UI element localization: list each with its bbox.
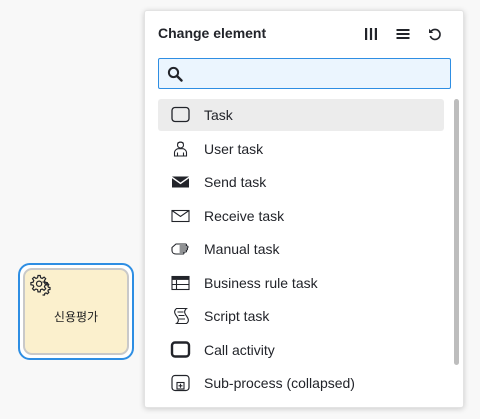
entry-receive-task[interactable]: Receive task xyxy=(158,200,444,232)
entry-user-task[interactable]: User task xyxy=(158,133,444,165)
entry-send-task[interactable]: Send task xyxy=(158,166,444,198)
selected-service-task[interactable]: 신용평가 xyxy=(18,263,134,360)
entry-label: Script task xyxy=(204,308,270,324)
entry-sub-process-collapsed[interactable]: Sub-process (collapsed) xyxy=(158,367,444,399)
search-icon xyxy=(167,66,183,82)
popup-header: Change element xyxy=(145,11,463,55)
columns-view-icon[interactable] xyxy=(363,26,381,42)
entry-label: Send task xyxy=(204,174,267,190)
entry-call-activity[interactable]: Call activity xyxy=(158,334,444,366)
manual-task-icon xyxy=(170,239,192,259)
entry-script-task[interactable]: Script task xyxy=(158,300,444,332)
list-view-icon[interactable] xyxy=(395,26,413,42)
entry-list-scrollbar[interactable] xyxy=(453,99,461,403)
entry-task[interactable]: Task xyxy=(158,99,444,131)
search-field[interactable] xyxy=(158,58,451,89)
send-task-icon xyxy=(170,172,192,192)
gear-icon xyxy=(29,274,51,296)
receive-task-icon xyxy=(170,206,192,226)
scrollbar-thumb[interactable] xyxy=(454,99,459,365)
search-input[interactable] xyxy=(189,62,445,85)
entry-label: Manual task xyxy=(204,241,280,257)
business-rule-task-icon xyxy=(170,273,192,293)
change-element-popup: Change element Task User task Send task … xyxy=(144,10,464,408)
entry-label: Task xyxy=(204,107,233,123)
user-task-icon xyxy=(170,139,192,159)
entry-label: Business rule task xyxy=(204,274,318,291)
entry-business-rule-task[interactable]: Business rule task xyxy=(158,267,444,299)
undo-icon[interactable] xyxy=(427,26,445,42)
task-body[interactable]: 신용평가 xyxy=(23,268,129,355)
entry-label: Call activity xyxy=(204,341,275,358)
task-icon xyxy=(170,105,192,125)
entry-label: Receive task xyxy=(204,207,285,224)
entry-manual-task[interactable]: Manual task xyxy=(158,233,444,265)
entry-label: Sub-process (collapsed) xyxy=(204,375,355,391)
call-activity-icon xyxy=(170,340,192,360)
script-task-icon xyxy=(170,306,192,326)
entry-label: User task xyxy=(204,140,264,157)
task-label: 신용평가 xyxy=(53,310,99,324)
popup-title: Change element xyxy=(158,25,267,41)
sub-process-collapsed-icon xyxy=(170,373,192,393)
entry-list: Task User task Send task Receive task Ma… xyxy=(158,99,445,403)
